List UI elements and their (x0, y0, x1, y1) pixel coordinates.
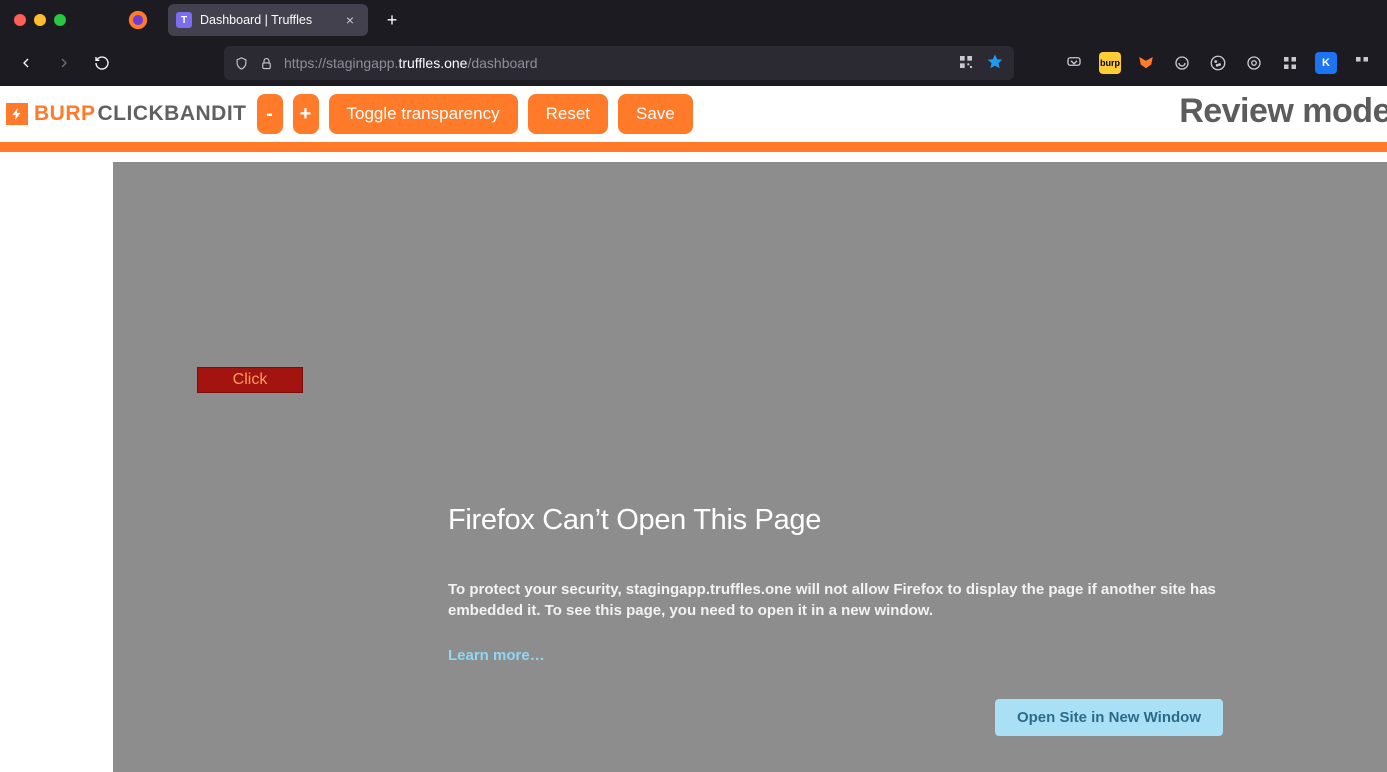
tracking-shield-icon[interactable] (234, 56, 249, 71)
burp-logo: BURPCLICKBANDIT (6, 102, 247, 126)
pocket-icon[interactable] (1063, 52, 1085, 74)
save-button[interactable]: Save (618, 94, 693, 134)
open-new-window-button[interactable]: Open Site in New Window (995, 699, 1223, 736)
burp-logo-text-a: BURP (34, 102, 96, 126)
burp-bolt-icon (6, 103, 28, 125)
browser-toolbar: https://stagingapp.truffles.one/dashboar… (0, 40, 1387, 86)
click-overlay-button[interactable]: Click (197, 367, 303, 393)
nav-forward-button[interactable] (48, 47, 80, 79)
frame-blocked-message: Firefox Can’t Open This Page To protect … (448, 504, 1223, 772)
extension-icons: burp K (1063, 52, 1377, 74)
blocked-body: To protect your security, stagingapp.tru… (448, 579, 1223, 621)
extension-grid-icon-2[interactable] (1279, 52, 1301, 74)
extension-misc-icon[interactable] (1351, 52, 1373, 74)
browser-tab[interactable]: T Dashboard | Truffles × (168, 4, 368, 36)
firefox-icon (126, 8, 150, 32)
bookmark-star-icon[interactable] (986, 53, 1004, 74)
nav-reload-button[interactable] (86, 47, 118, 79)
reset-button[interactable]: Reset (528, 94, 608, 134)
nav-back-button[interactable] (10, 47, 42, 79)
tab-favicon-icon: T (176, 12, 192, 28)
url-text: https://stagingapp.truffles.one/dashboar… (284, 55, 948, 71)
learn-more-link[interactable]: Learn more… (448, 647, 545, 664)
report-errors-row[interactable]: Report errors like this to help Mozilla … (448, 736, 1223, 772)
window-titlebar: T Dashboard | Truffles × + (0, 0, 1387, 40)
burp-extension-icon[interactable]: burp (1099, 52, 1121, 74)
click-overlay-label: Click (233, 371, 268, 389)
zoom-out-button[interactable]: - (257, 94, 283, 134)
toggle-transparency-button[interactable]: Toggle transparency (329, 94, 518, 134)
extension-circle-icon[interactable] (1171, 52, 1193, 74)
window-close-button[interactable] (14, 14, 26, 26)
extension-k-icon[interactable]: K (1315, 52, 1337, 74)
page-viewport: BURPCLICKBANDIT - + Toggle transparency … (0, 86, 1387, 772)
cookie-icon[interactable] (1207, 52, 1229, 74)
window-minimize-button[interactable] (34, 14, 46, 26)
metamask-icon[interactable] (1135, 52, 1157, 74)
zoom-in-button[interactable]: + (293, 94, 319, 134)
accent-strip (0, 142, 1387, 152)
burp-clickbandit-bar: BURPCLICKBANDIT - + Toggle transparency … (0, 86, 1387, 142)
new-tab-button[interactable]: + (378, 6, 406, 34)
window-zoom-button[interactable] (54, 14, 66, 26)
tab-close-button[interactable]: × (342, 11, 358, 29)
window-controls (14, 14, 66, 26)
burp-logo-text-b: CLICKBANDIT (98, 102, 247, 126)
url-bar[interactable]: https://stagingapp.truffles.one/dashboar… (224, 46, 1014, 80)
qr-icon[interactable] (958, 54, 974, 73)
mode-label: Review mode (1179, 92, 1387, 131)
tab-title: Dashboard | Truffles (200, 13, 334, 27)
extension-grid-icon-1[interactable] (1243, 52, 1265, 74)
blocked-title: Firefox Can’t Open This Page (448, 504, 1223, 537)
lock-icon[interactable] (259, 56, 274, 71)
